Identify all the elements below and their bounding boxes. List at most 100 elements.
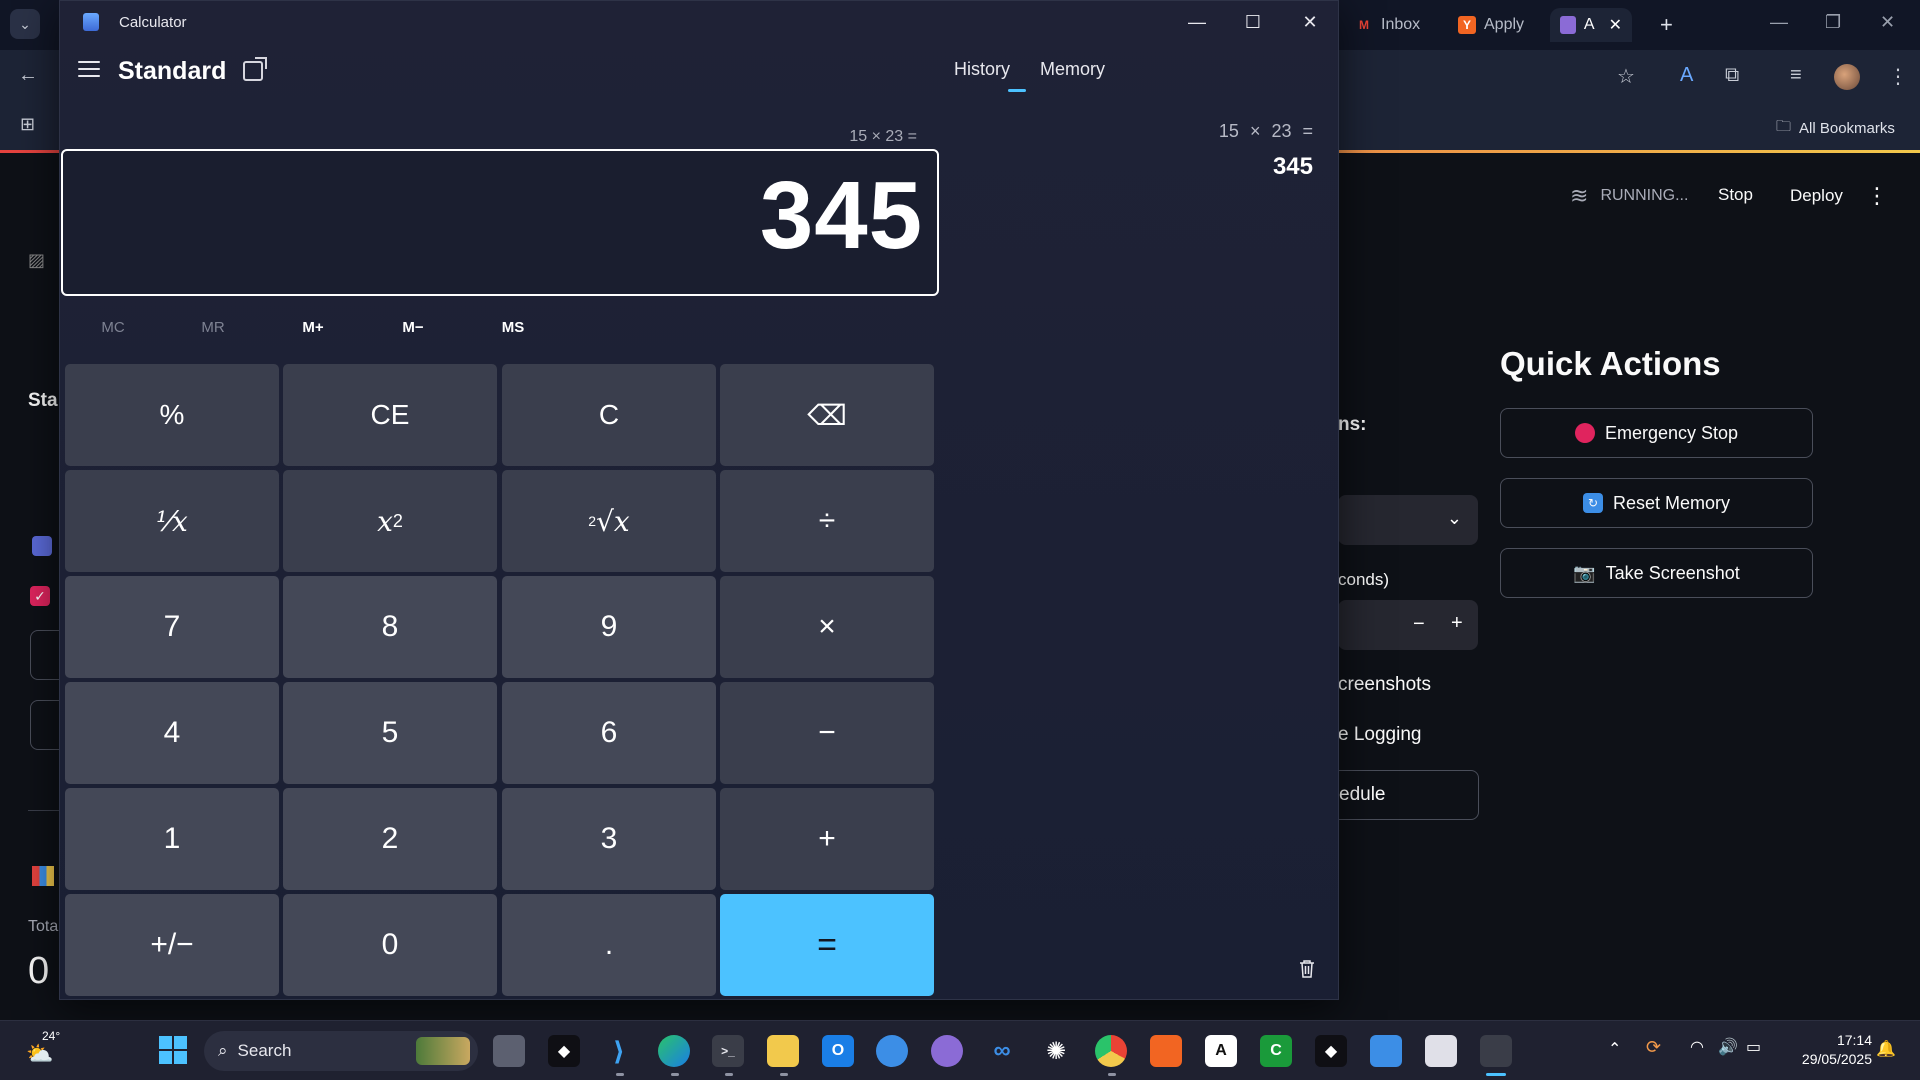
digit-0-button[interactable]: 0 <box>283 894 497 996</box>
screenshots-checkbox-label[interactable]: creenshots <box>1338 674 1431 696</box>
reciprocal-button[interactable]: ¹⁄x <box>65 470 279 572</box>
windows-start-icon[interactable] <box>156 1033 190 1067</box>
outlook-icon[interactable]: O <box>822 1035 854 1067</box>
memory-clear-button[interactable]: MC <box>73 319 153 336</box>
battery-icon[interactable]: ▭ <box>1746 1037 1761 1057</box>
memory-subtract-button[interactable]: M− <box>373 319 453 336</box>
select-box[interactable]: ⌄ <box>1338 495 1478 545</box>
tab-history[interactable]: History <box>954 59 1010 80</box>
square-button[interactable]: x2 <box>283 470 497 572</box>
logging-checkbox-label[interactable]: e Logging <box>1338 724 1421 746</box>
vscode-icon[interactable]: ⟩ <box>603 1035 635 1067</box>
square-root-button[interactable]: 2 √x <box>502 470 716 572</box>
percent-button[interactable]: % <box>65 364 279 466</box>
all-bookmarks-button[interactable]: 🗀 All Bookmarks <box>1776 116 1895 141</box>
new-tab-button[interactable]: + <box>1650 8 1683 42</box>
browser-tab-active[interactable]: A ✕ <box>1550 8 1632 42</box>
trash-icon[interactable] <box>1298 959 1316 979</box>
sync-icon[interactable]: ⟳ <box>1646 1037 1661 1058</box>
emergency-stop-button[interactable]: Emergency Stop <box>1500 408 1813 458</box>
maximize-button[interactable]: ☐ <box>1230 7 1276 37</box>
deploy-button[interactable]: Deploy <box>1790 186 1843 206</box>
memory-recall-button[interactable]: MR <box>173 319 253 336</box>
divide-button[interactable]: ÷ <box>720 470 934 572</box>
chat-app-icon[interactable] <box>876 1035 908 1067</box>
chatgpt-icon[interactable]: ✺ <box>1040 1035 1072 1067</box>
tab-memory[interactable]: Memory <box>1040 59 1105 80</box>
app-cube-2-icon[interactable]: ◆ <box>1315 1035 1347 1067</box>
history-result[interactable]: 345 <box>1273 153 1313 181</box>
digit-8-button[interactable]: 8 <box>283 576 497 678</box>
snipping-tool-icon[interactable] <box>1425 1035 1457 1067</box>
clock[interactable]: 17:14 29/05/2025 <box>1802 1031 1872 1069</box>
weather-widget[interactable]: ⛅ 24° <box>26 1029 60 1066</box>
minimize-button[interactable]: — <box>1174 7 1220 37</box>
wifi-icon[interactable]: ◠ <box>1690 1037 1704 1057</box>
schedule-button[interactable]: edule <box>1330 770 1479 820</box>
media-icon[interactable]: ≡ <box>1790 64 1802 87</box>
clear-button[interactable]: C <box>502 364 716 466</box>
task-view-icon[interactable] <box>493 1035 525 1067</box>
green-app-icon[interactable]: C <box>1260 1035 1292 1067</box>
meta-icon[interactable]: ∞ <box>986 1035 1018 1067</box>
multiply-button[interactable]: × <box>720 576 934 678</box>
memory-store-button[interactable]: MS <box>473 319 553 336</box>
checkbox-icon[interactable]: ✓ <box>30 586 50 606</box>
puzzle-icon[interactable]: ⧉ <box>1725 64 1739 87</box>
close-tab-icon[interactable]: ✕ <box>1609 15 1622 35</box>
number-input[interactable]: − + <box>1338 600 1478 650</box>
digit-5-button[interactable]: 5 <box>283 682 497 784</box>
decrement-button[interactable]: − <box>1413 613 1425 636</box>
digit-2-button[interactable]: 2 <box>283 788 497 890</box>
negate-button[interactable]: +/− <box>65 894 279 996</box>
navigation-menu-button[interactable] <box>78 61 100 79</box>
take-screenshot-button[interactable]: 📷 Take Screenshot <box>1500 548 1813 598</box>
backspace-button[interactable]: ⌫ <box>720 364 934 466</box>
restore-icon[interactable]: ❐ <box>1825 12 1841 33</box>
volume-icon[interactable]: 🔊 <box>1718 1037 1738 1057</box>
font-app-icon[interactable]: A <box>1205 1035 1237 1067</box>
tab-search-button[interactable]: ⌄ <box>10 9 40 39</box>
app-cube-icon[interactable]: ◆ <box>548 1035 580 1067</box>
history-expression[interactable]: 15 × 23 = <box>1219 121 1313 142</box>
github-icon[interactable] <box>931 1035 963 1067</box>
apps-grid-icon[interactable]: ⊞ <box>20 114 35 135</box>
terminal-icon[interactable]: >_ <box>712 1035 744 1067</box>
main-menu-icon[interactable]: ⋮ <box>1866 183 1888 209</box>
minimize-icon[interactable]: — <box>1770 12 1788 33</box>
increment-button[interactable]: + <box>1451 612 1463 635</box>
memory-add-button[interactable]: M+ <box>273 319 353 336</box>
extension-a-icon[interactable]: A <box>1680 64 1693 87</box>
digit-4-button[interactable]: 4 <box>65 682 279 784</box>
plus-button[interactable]: + <box>720 788 934 890</box>
close-button[interactable]: ✕ <box>1287 7 1333 37</box>
menu-dots-icon[interactable]: ⋮ <box>1888 64 1908 89</box>
digit-7-button[interactable]: 7 <box>65 576 279 678</box>
decimal-button[interactable]: . <box>502 894 716 996</box>
clear-entry-button[interactable]: CE <box>283 364 497 466</box>
digit-3-button[interactable]: 3 <box>502 788 716 890</box>
notifications-icon[interactable]: 🔔 <box>1876 1039 1896 1059</box>
equals-button[interactable]: = <box>720 894 934 996</box>
edge-icon[interactable] <box>658 1035 690 1067</box>
browser-tab-inbox[interactable]: M Inbox <box>1345 8 1430 42</box>
brave-icon[interactable] <box>1150 1035 1182 1067</box>
back-icon[interactable]: ← <box>18 64 38 87</box>
close-icon[interactable]: ✕ <box>1880 12 1895 33</box>
minus-button[interactable]: − <box>720 682 934 784</box>
digit-9-button[interactable]: 9 <box>502 576 716 678</box>
reset-memory-button[interactable]: ↻ Reset Memory <box>1500 478 1813 528</box>
notepad-icon[interactable] <box>1370 1035 1402 1067</box>
stop-button[interactable]: Stop <box>1718 185 1753 205</box>
taskbar-search-input[interactable]: ⌕ Search <box>204 1031 478 1071</box>
digit-6-button[interactable]: 6 <box>502 682 716 784</box>
keep-on-top-icon[interactable] <box>243 57 267 81</box>
browser-tab-apply[interactable]: Y Apply <box>1448 8 1534 42</box>
chrome-icon[interactable] <box>1095 1035 1127 1067</box>
file-explorer-icon[interactable] <box>767 1035 799 1067</box>
chevron-up-icon[interactable]: ⌃ <box>1608 1039 1621 1059</box>
star-icon[interactable]: ☆ <box>1617 64 1635 89</box>
calculator-taskbar-icon[interactable] <box>1480 1035 1512 1067</box>
avatar[interactable] <box>1834 64 1860 95</box>
digit-1-button[interactable]: 1 <box>65 788 279 890</box>
